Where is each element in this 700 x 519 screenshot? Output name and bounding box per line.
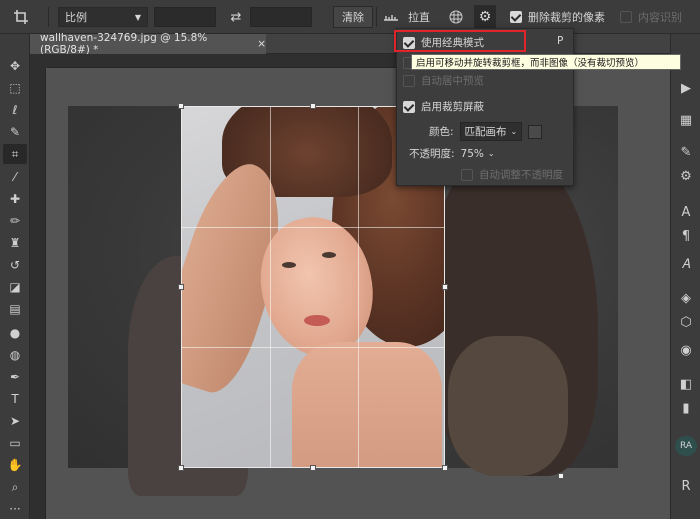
brush-settings-icon[interactable]: ✎ [675,142,697,162]
enable-shield-label: 启用裁剪屏蔽 [421,101,484,113]
crop-handle[interactable] [178,103,184,109]
channels-icon[interactable]: ◈ [675,288,697,308]
close-icon[interactable]: × [257,38,266,50]
glyphs-icon[interactable]: 𝐴 [675,254,697,274]
document-tab-bar: wallhaven-324769.jpg @ 15.8%(RGB/8#) * × [30,32,670,56]
document-title: wallhaven-324769.jpg @ 15.8%(RGB/8#) * [40,32,208,56]
chevron-down-icon: ⌄ [487,149,495,158]
classic-mode-shortcut: P [557,35,564,47]
crop-grid-line [270,107,271,467]
tools-panel: ✥ ⬚ ℓ ✎ ⌗ ⁄ ✚ ✏ ♜ ↺ ◪ ▤ ● ◍ ✒ T ➤ ▭ ✋ ⌕ ··· [0,34,30,519]
chevron-down-icon: ⌄ [510,127,518,136]
color-value: 匹配画布 [464,126,507,138]
opacity-value: 75% [460,147,484,160]
crop-grid-line [358,107,359,467]
color-label: 颜色: [429,126,454,138]
crop-handle[interactable] [442,284,448,290]
paths-icon[interactable]: ⬡ [675,312,697,332]
move-icon[interactable]: ✥ [3,56,27,76]
checkbox-unchecked-icon [461,168,473,181]
delete-cropped-label: 删除裁剪的像素 [528,11,605,24]
crop-handle[interactable] [442,465,448,471]
auto-center-option: 自动居中预览 [403,73,484,88]
ratio-dropdown[interactable]: 比例 ▼ [58,7,148,27]
canvas-area[interactable] [48,68,670,519]
crop-tool-icon[interactable]: ⌗ [3,144,27,164]
brush-icon[interactable]: ✏ [3,211,27,231]
lasso-icon[interactable]: ℓ [3,100,27,120]
crop-grid-line [182,347,444,348]
tooltip: 启用可移动并旋转裁剪框，而非图像（没有裁切预览） [411,54,681,70]
histogram-icon[interactable]: ▦ [675,110,697,130]
gradient-icon[interactable]: ▤ [3,299,27,319]
opacity-row: 不透明度: 75% ⌄ [409,146,495,161]
marquee-icon[interactable]: ⬚ [3,78,27,98]
layers-icon[interactable]: ▮ [675,398,697,418]
eraser-icon[interactable]: ◪ [3,277,27,297]
pen-icon[interactable]: ✒ [3,367,27,387]
quick-select-icon[interactable]: ✎ [3,122,27,142]
eyedropper-icon[interactable]: ⁄ [3,167,27,187]
crop-icon[interactable] [10,0,32,34]
image-corner-handle[interactable] [558,473,564,479]
adjust-icon[interactable]: ⚙ [675,166,697,186]
info-icon[interactable]: ◉ [675,340,697,360]
type-icon[interactable]: T [3,389,27,409]
content-aware-label: 内容识别 [638,11,682,24]
color-dropdown[interactable]: 匹配画布 ⌄ [459,122,523,141]
zoom-icon[interactable]: ⌕ [3,477,27,497]
shape-icon[interactable]: ▭ [3,433,27,453]
enable-shield-option[interactable]: 启用裁剪屏蔽 [403,99,484,114]
dimmed-shoulder [448,336,568,476]
3d-icon[interactable]: ◧ [675,374,697,394]
content-aware-checkbox[interactable]: 内容识别 [620,0,682,34]
clear-button[interactable]: 清除 [333,6,373,28]
opacity-dropdown[interactable]: 75% ⌄ [461,148,495,160]
lips-shape [304,315,330,326]
options-bar: 比例 ▼ ⇄ 清除 拉直 ⚙ 删除裁剪的像素 内容识别 [0,0,700,34]
highlight-box [394,30,526,52]
hand-icon[interactable]: ✋ [3,455,27,475]
properties-icon[interactable]: R [675,476,697,496]
dodge-icon[interactable]: ◍ [3,345,27,365]
character-icon[interactable]: A [675,202,697,222]
healing-brush-icon[interactable]: ✚ [3,189,27,209]
auto-adjust-label: 自动调整不透明度 [479,169,563,181]
width-input[interactable] [154,7,216,27]
clone-stamp-icon[interactable]: ♜ [3,233,27,253]
opacity-label: 不透明度: [409,148,455,160]
raw-icon[interactable]: RA [675,436,697,456]
document-tab[interactable]: wallhaven-324769.jpg @ 15.8%(RGB/8#) * × [30,32,266,56]
more-tools-icon[interactable]: ··· [3,499,27,519]
crop-grid-line [182,227,444,228]
chevron-down-icon: ▼ [134,12,141,22]
checkbox-unchecked-icon [403,74,415,87]
right-panel-dock: ▶ ▦ ✎ ⚙ A ¶ 𝐴 ◈ ⬡ ◉ ◧ ▮ RA R [670,34,700,519]
swap-arrows-icon[interactable]: ⇄ [226,0,246,34]
paragraph-icon[interactable]: ¶ [675,226,697,246]
auto-center-label: 自动居中预览 [421,75,484,87]
height-input[interactable] [250,7,312,27]
crop-handle[interactable] [178,465,184,471]
auto-adjust-option: 自动调整不透明度 [461,167,563,182]
crop-handle[interactable] [178,284,184,290]
checkbox-unchecked-icon[interactable] [620,11,632,23]
checkbox-checked-icon[interactable] [403,100,415,113]
shield-color-row: 颜色: 匹配画布 ⌄ [429,122,543,141]
gear-icon[interactable]: ⚙ [474,5,496,29]
color-swatch[interactable] [528,124,543,139]
crop-handle[interactable] [310,465,316,471]
history-brush-icon[interactable]: ↺ [3,255,27,275]
blur-icon[interactable]: ● [3,323,27,343]
ratio-label: 比例 [65,11,87,24]
vertical-ruler [30,68,46,519]
eye-left [282,262,296,268]
path-select-icon[interactable]: ➤ [3,411,27,431]
ruler-corner [30,54,48,68]
shoulder-shape [292,342,442,467]
checkbox-checked-icon[interactable] [510,11,522,23]
eye-right [322,252,336,258]
crop-handle[interactable] [310,103,316,109]
play-icon[interactable]: ▶ [675,78,697,98]
